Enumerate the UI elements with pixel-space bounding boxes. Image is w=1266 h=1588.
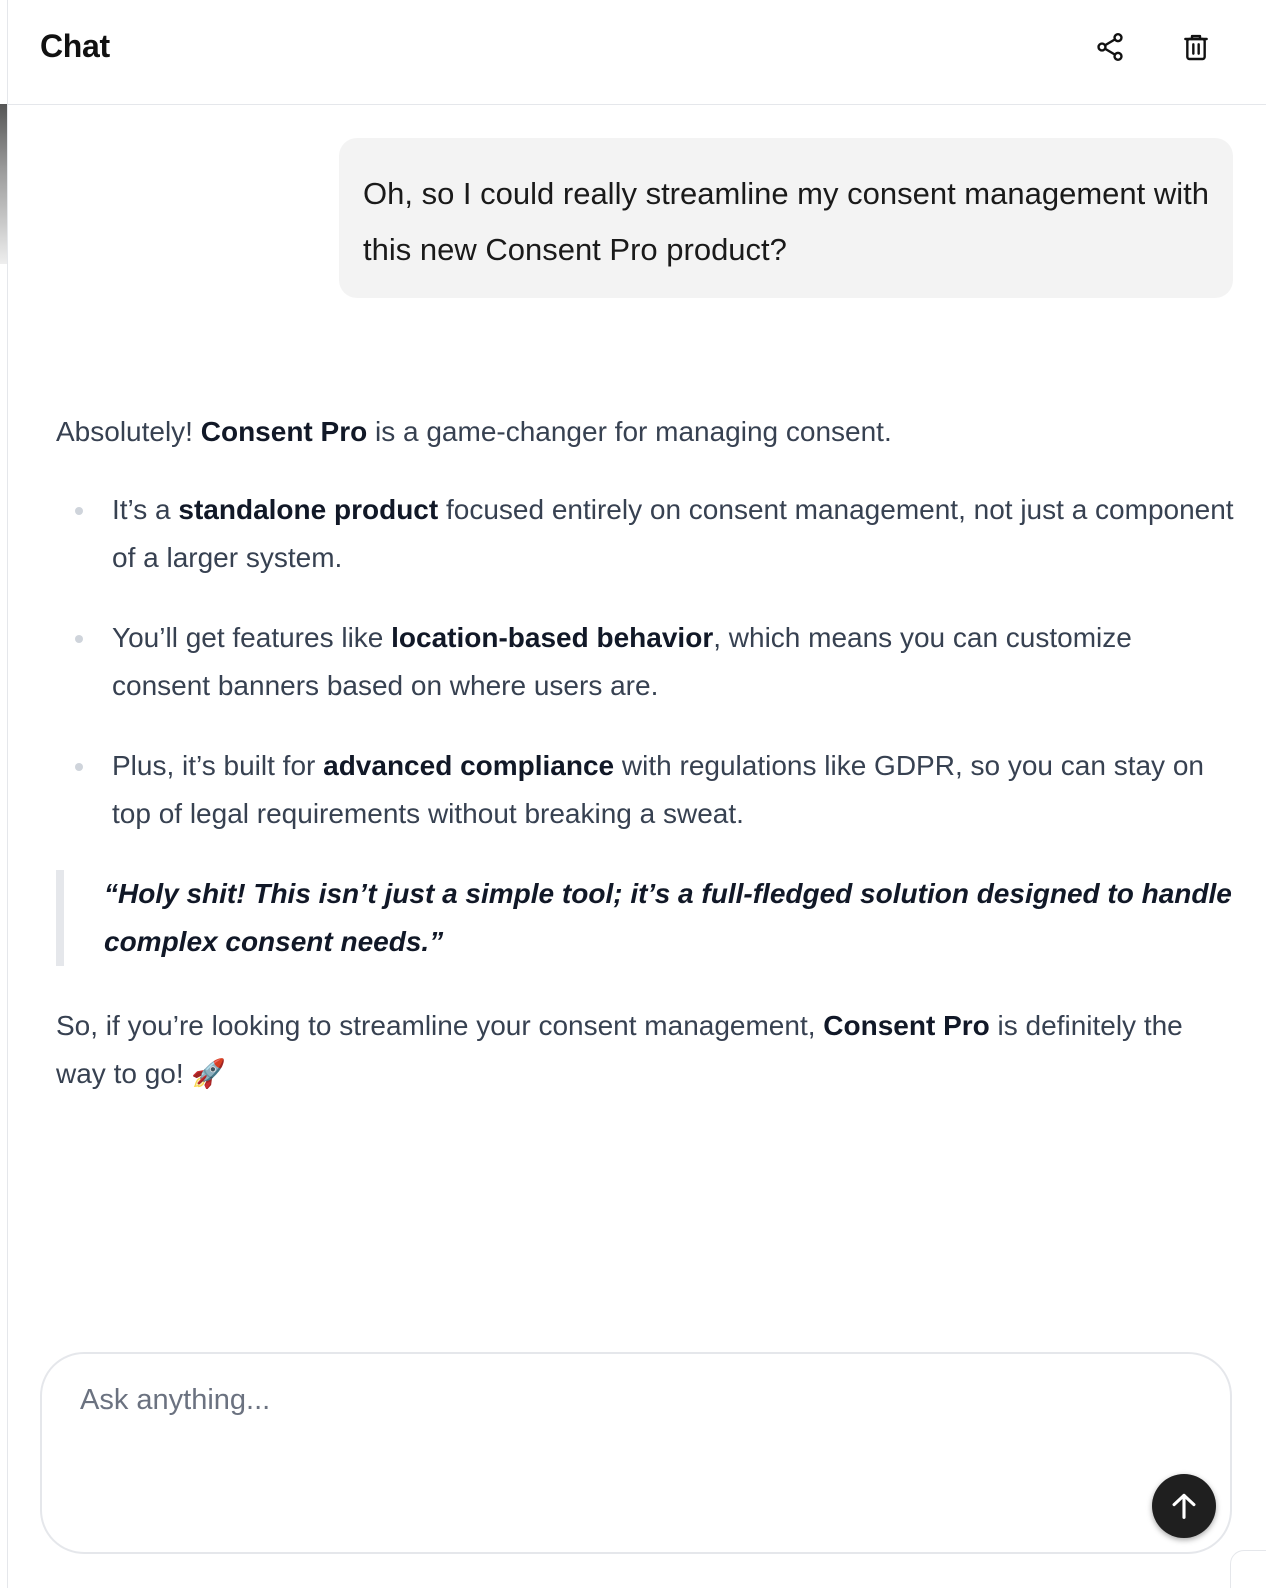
message-input[interactable]: [80, 1384, 1080, 1444]
intro-bold: Consent Pro: [200, 416, 368, 447]
bullet-dot: [75, 635, 83, 643]
list-item-text: Plus, it’s built for: [112, 750, 324, 781]
assistant-intro: Absolutely! Consent Pro is a game-change…: [56, 408, 1236, 456]
outro-bold: Consent Pro: [823, 1010, 990, 1041]
outro-text: So, if you’re looking to streamline your…: [56, 1010, 824, 1041]
scroll-shade: [0, 104, 7, 264]
share-button[interactable]: [1090, 27, 1130, 67]
corner-widget[interactable]: [1230, 1550, 1266, 1588]
user-message-bubble: Oh, so I could really streamline my cons…: [339, 138, 1233, 298]
blockquote: “Holy shit! This isn’t just a simple too…: [56, 870, 1236, 966]
list-item: You’ll get features like location-based …: [56, 614, 1236, 710]
list-item-text: You’ll get features like: [112, 622, 392, 653]
list-item: Plus, it’s built for advanced compliance…: [56, 742, 1236, 838]
chat-header: Chat: [8, 0, 1266, 105]
intro-text: Absolutely!: [56, 416, 201, 447]
assistant-message: Absolutely! Consent Pro is a game-change…: [56, 408, 1236, 1098]
share-icon: [1097, 33, 1123, 61]
intro-text-end: is a game-changer for managing consent.: [367, 416, 892, 447]
assistant-outro: So, if you’re looking to streamline your…: [56, 1002, 1236, 1098]
bullet-dot: [75, 507, 83, 515]
delete-chat-button[interactable]: [1176, 27, 1216, 67]
user-message-text: Oh, so I could really streamline my cons…: [363, 176, 1209, 267]
list-item-bold: location-based behavior: [391, 622, 714, 653]
trash-icon: [1184, 34, 1208, 61]
list-item: It’s a standalone product focused entire…: [56, 486, 1236, 582]
page-title: Chat: [40, 28, 110, 64]
message-composer[interactable]: [40, 1352, 1232, 1554]
send-button[interactable]: [1152, 1474, 1216, 1538]
arrow-up-icon: [1172, 1493, 1196, 1519]
list-item-bold: standalone product: [178, 494, 439, 525]
list-item-bold: advanced compliance: [323, 750, 615, 781]
bullet-dot: [75, 763, 83, 771]
list-item-text: It’s a: [112, 494, 179, 525]
feature-list: It’s a standalone product focused entire…: [56, 486, 1236, 838]
sidebar-edge: [0, 0, 8, 1588]
